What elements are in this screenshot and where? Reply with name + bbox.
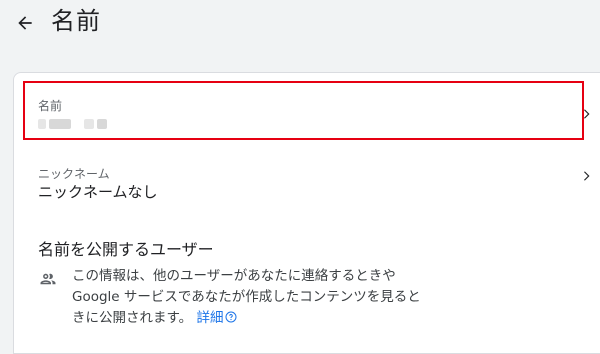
page-title: 名前 bbox=[51, 7, 101, 35]
nickname-label: ニックネーム bbox=[38, 167, 110, 181]
name-row[interactable]: 名前 bbox=[14, 87, 600, 139]
info-line-3-text: きに公開されます。 bbox=[72, 310, 193, 326]
nickname-row[interactable]: ニックネーム ニックネームなし bbox=[14, 157, 600, 209]
info-line-2: Google サービスであなたが作成したコンテンツを見ると bbox=[72, 289, 421, 305]
redacted-text bbox=[97, 118, 107, 129]
redacted-text bbox=[38, 118, 46, 129]
info-text: この情報は、他のユーザーがあなたに連絡するときや Google サービスであなた… bbox=[72, 266, 492, 329]
chevron-right-icon bbox=[584, 109, 590, 119]
back-button[interactable] bbox=[10, 8, 40, 38]
learn-more-link[interactable]: 詳細 bbox=[196, 310, 237, 326]
app-header: 名前 bbox=[0, 0, 600, 48]
help-circle-icon bbox=[225, 311, 237, 323]
redacted-text bbox=[84, 118, 94, 129]
redacted-text bbox=[49, 118, 71, 129]
name-value bbox=[38, 114, 110, 132]
info-line-3: きに公開されます。 詳細 bbox=[72, 308, 492, 329]
arrow-back-icon bbox=[18, 16, 32, 30]
people-icon bbox=[40, 273, 56, 285]
chevron-right-icon bbox=[584, 171, 590, 181]
learn-more-label: 詳細 bbox=[196, 310, 224, 326]
info-line-1: この情報は、他のユーザーがあなたに連絡するときや bbox=[72, 268, 396, 284]
nickname-value: ニックネームなし bbox=[38, 183, 158, 201]
section-title: 名前を公開するユーザー bbox=[38, 240, 214, 259]
name-label: 名前 bbox=[38, 99, 63, 113]
